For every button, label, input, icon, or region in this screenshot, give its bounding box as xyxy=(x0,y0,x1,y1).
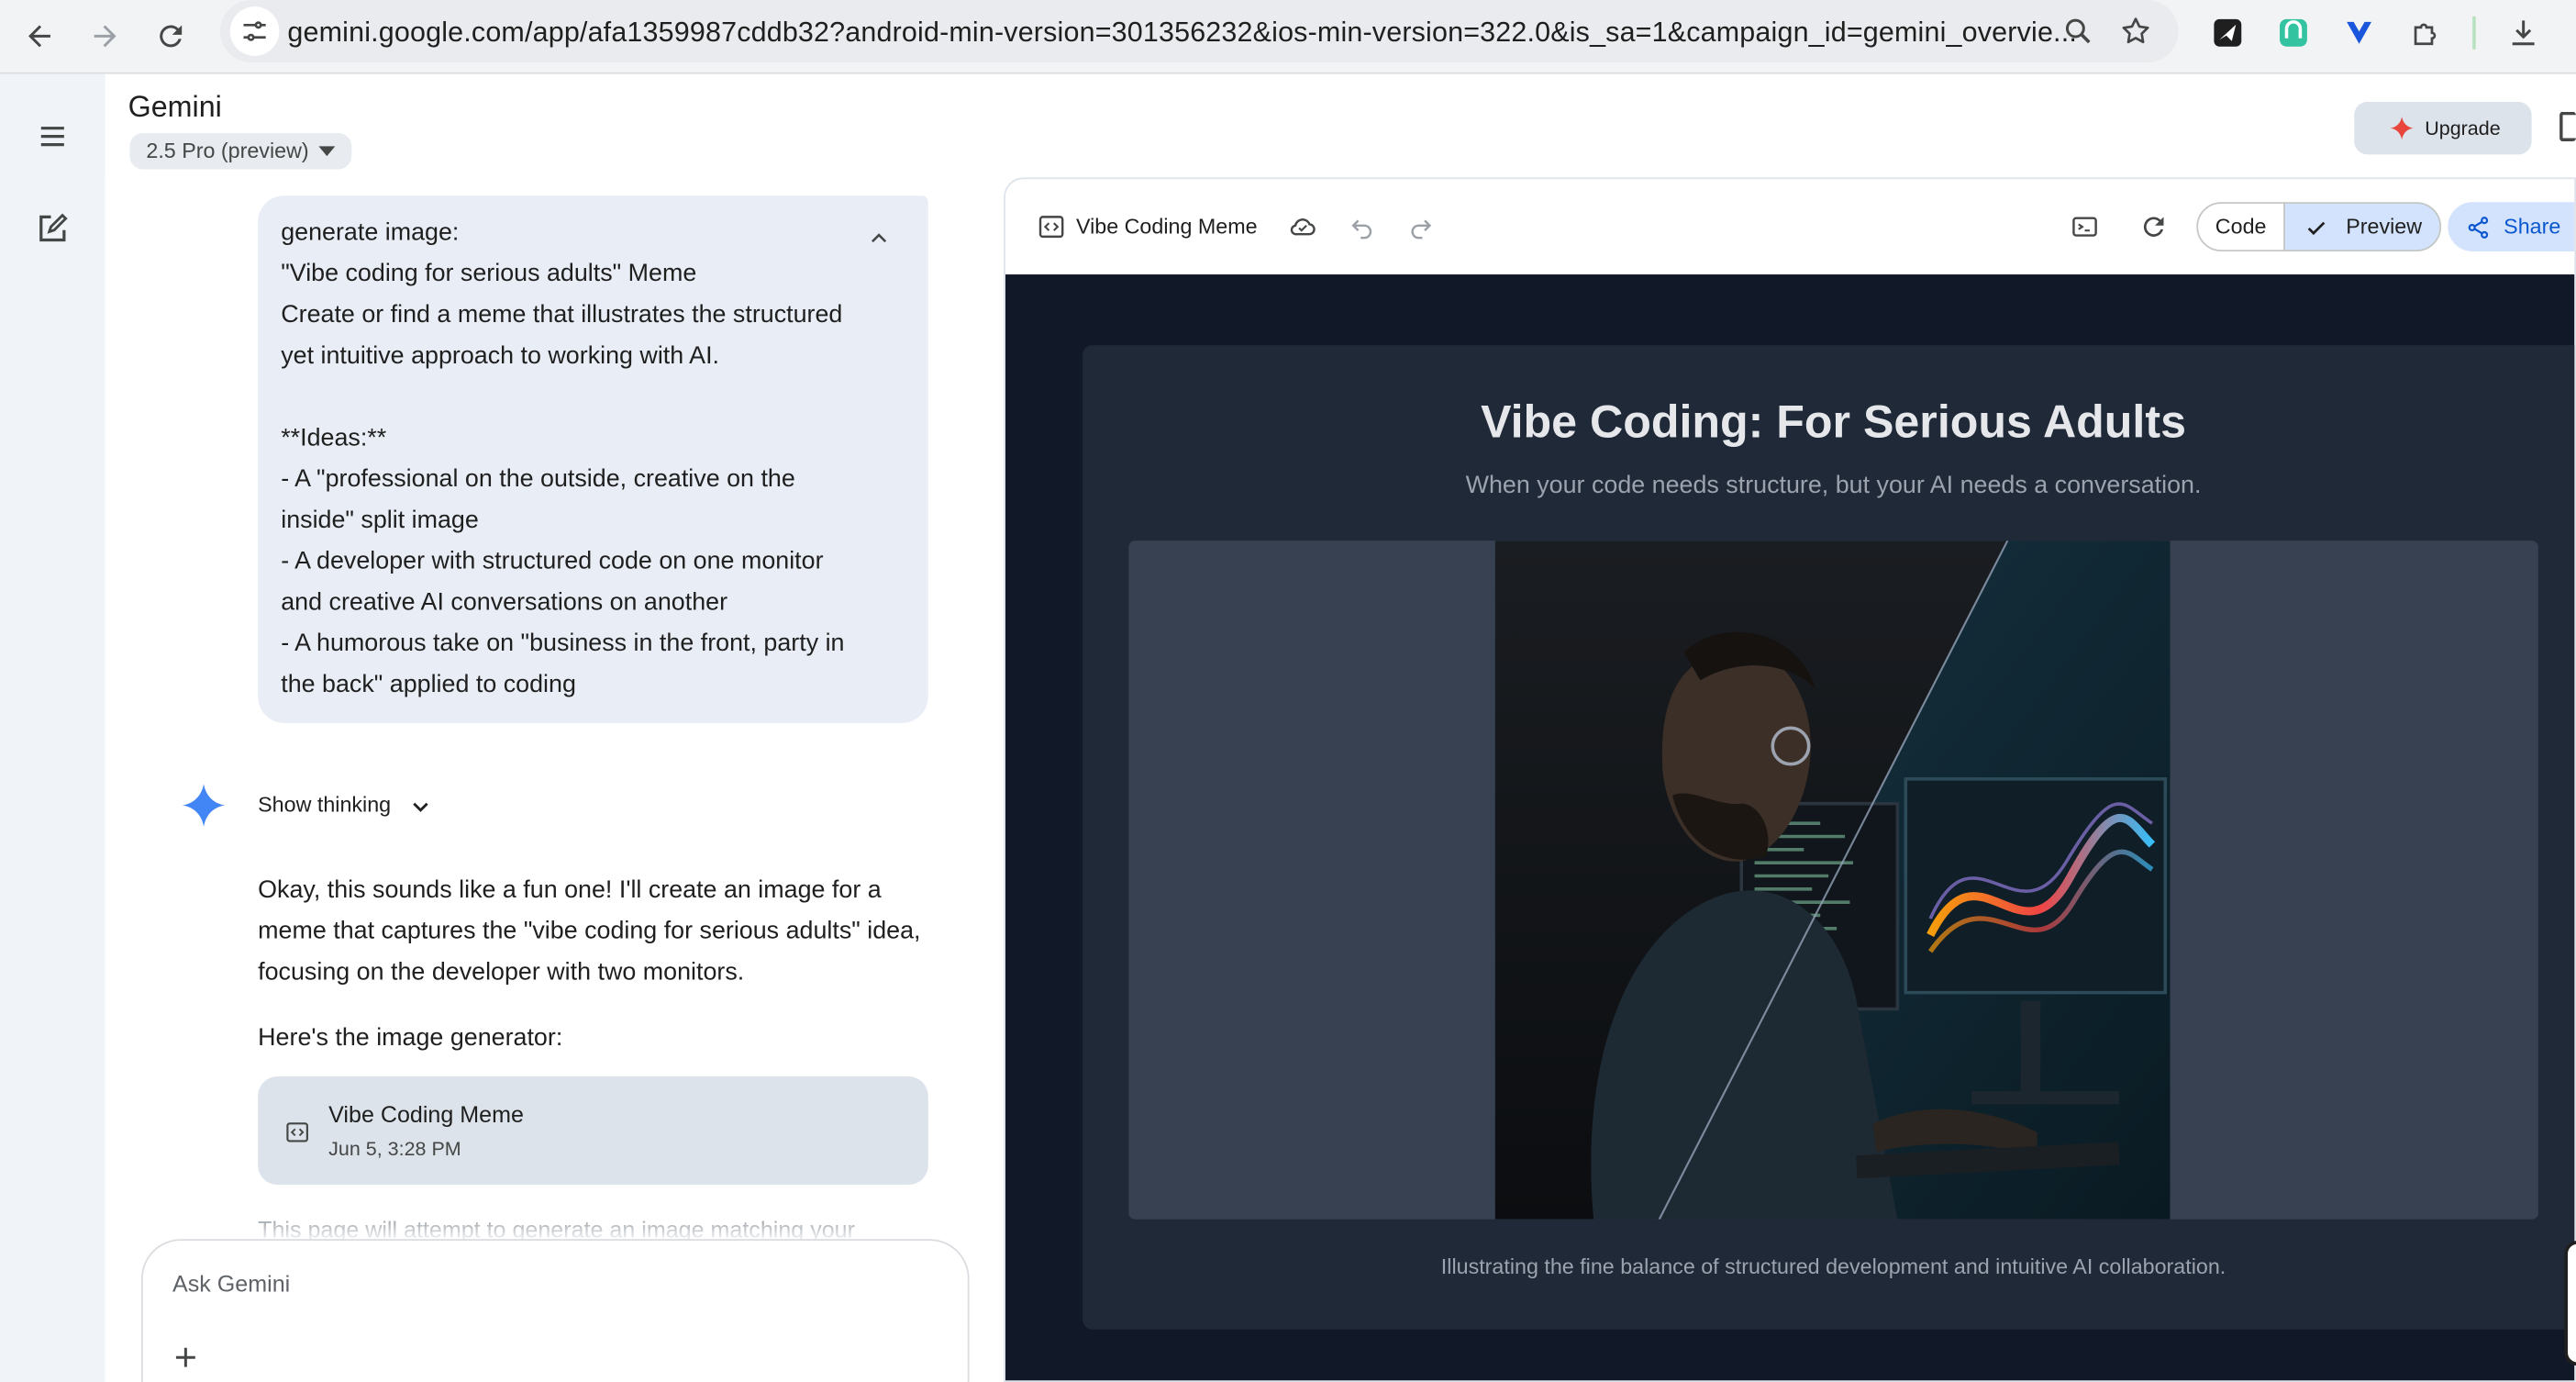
show-thinking-toggle[interactable]: Show thinking xyxy=(258,792,391,817)
check-icon xyxy=(2307,221,2326,236)
prompt-line: and creative AI conversations on another xyxy=(281,588,728,617)
browser-toolbar: gemini.google.com/app/afa1359987cddb32?a… xyxy=(0,0,2576,74)
url-text: gemini.google.com/app/afa1359987cddb32?a… xyxy=(287,16,2077,48)
prompt-line: Create or find a meme that illustrates t… xyxy=(281,300,843,329)
redo-icon[interactable] xyxy=(1406,212,1436,241)
forward-button[interactable] xyxy=(75,6,134,65)
prompt-line: inside" split image xyxy=(281,506,479,535)
artifact-date: Jun 5, 3:28 PM xyxy=(328,1137,461,1161)
delete-icon[interactable] xyxy=(2559,111,2576,142)
download-icon[interactable] xyxy=(2505,15,2541,50)
prompt-line: generate image: xyxy=(281,218,460,247)
cloud-icon[interactable] xyxy=(1288,212,1317,241)
prompt-line: the back" applied to coding xyxy=(281,670,576,699)
preview-area: Vibe Coding: For Serious Adults When you… xyxy=(1005,274,2575,1381)
extension-send-icon[interactable] xyxy=(2210,15,2246,50)
caret-down-icon xyxy=(318,146,336,157)
prompt-line: - A humorous take on "business in the fr… xyxy=(281,629,845,658)
model-selector[interactable]: 2.5 Pro (preview) xyxy=(129,133,352,170)
response-line: focusing on the developer with two monit… xyxy=(258,958,745,986)
input-placeholder: Ask Gemini xyxy=(172,1270,291,1297)
console-icon[interactable] xyxy=(2070,212,2099,241)
arrow-left-icon xyxy=(28,25,50,48)
back-button[interactable] xyxy=(10,6,69,65)
response-line: Okay, this sounds like a fun one! I'll c… xyxy=(258,875,882,904)
toolbar-divider xyxy=(2472,16,2476,50)
user-prompt-bubble: generate image: "Vibe coding for serious… xyxy=(258,195,928,723)
meme-image-frame xyxy=(1128,541,2538,1220)
extension-green-icon[interactable] xyxy=(2275,15,2311,50)
side-rail xyxy=(0,73,105,1382)
bookmark-star-icon[interactable] xyxy=(2119,15,2152,48)
meme-title: Vibe Coding: For Serious Adults xyxy=(1481,396,2186,448)
artifact-title: Vibe Coding Meme xyxy=(328,1100,524,1128)
code-block-icon xyxy=(1038,216,1064,239)
new-chat-icon[interactable] xyxy=(33,208,72,248)
chat-panel: generate image: "Vibe coding for serious… xyxy=(105,173,1005,1382)
meme-subtitle: When your code needs structure, but your… xyxy=(1465,471,2202,500)
meme-card: Vibe Coding: For Serious Adults When you… xyxy=(1083,345,2575,1330)
menu-icon[interactable] xyxy=(33,117,72,156)
preview-label: Preview xyxy=(2346,213,2423,239)
share-button[interactable]: Share xyxy=(2448,202,2575,251)
canvas-title: Vibe Coding Meme xyxy=(1075,213,1258,239)
side-panel-handle[interactable] xyxy=(2564,1241,2576,1366)
chevron-down-icon[interactable] xyxy=(407,794,434,820)
reload-icon xyxy=(160,25,183,48)
extension-blue-icon[interactable] xyxy=(2341,15,2377,50)
sparkle-icon xyxy=(2390,117,2414,140)
developer-photo xyxy=(1494,541,2171,1220)
reload-button[interactable] xyxy=(141,6,200,65)
canvas-panel: Vibe Coding Meme Code Preview Share Vibe… xyxy=(1004,177,2576,1382)
meme-caption: Illustrating the fine balance of structu… xyxy=(1440,1254,2226,1279)
zoom-icon[interactable] xyxy=(2061,15,2094,48)
arrow-right-icon xyxy=(94,25,117,48)
share-icon xyxy=(2468,217,2489,239)
prompt-input[interactable]: Ask Gemini xyxy=(141,1239,970,1382)
share-label: Share xyxy=(2504,213,2561,239)
prompt-line: - A "professional on the outside, creati… xyxy=(281,464,795,494)
response-line: meme that captures the "vibe coding for … xyxy=(258,917,921,945)
app-title: Gemini xyxy=(128,90,222,124)
plus-icon[interactable] xyxy=(169,1341,202,1374)
response-paragraph: Okay, this sounds like a fun one! I'll c… xyxy=(258,869,948,992)
refresh-icon[interactable] xyxy=(2139,212,2169,241)
prompt-line xyxy=(281,376,905,418)
prompt-line: yet intuitive approach to working with A… xyxy=(281,341,720,370)
response-paragraph-2: Here's the image generator: xyxy=(258,1023,563,1053)
code-tab[interactable]: Code xyxy=(2196,202,2286,251)
code-block-icon xyxy=(286,1122,308,1142)
gemini-spark-icon xyxy=(182,784,226,827)
model-label: 2.5 Pro (preview) xyxy=(146,138,309,163)
prompt-line: **Ideas:** xyxy=(281,424,387,452)
extensions-puzzle-icon[interactable] xyxy=(2408,15,2444,50)
upgrade-label: Upgrade xyxy=(2425,117,2501,140)
undo-icon[interactable] xyxy=(1347,212,1376,241)
site-info-button[interactable] xyxy=(229,6,280,56)
prompt-line: - A developer with structured code on on… xyxy=(281,547,824,575)
upgrade-button[interactable]: Upgrade xyxy=(2354,102,2532,155)
chevron-up-icon[interactable] xyxy=(866,225,893,251)
canvas-toolbar: Vibe Coding Meme Code Preview Share xyxy=(1005,179,2575,275)
preview-tab[interactable]: Preview xyxy=(2283,202,2442,251)
address-bar[interactable]: gemini.google.com/app/afa1359987cddb32?a… xyxy=(219,0,2179,63)
prompt-line: "Vibe coding for serious adults" Meme xyxy=(281,259,697,288)
tune-icon xyxy=(243,21,266,41)
artifact-card[interactable]: Vibe Coding Meme Jun 5, 3:28 PM xyxy=(258,1076,928,1186)
